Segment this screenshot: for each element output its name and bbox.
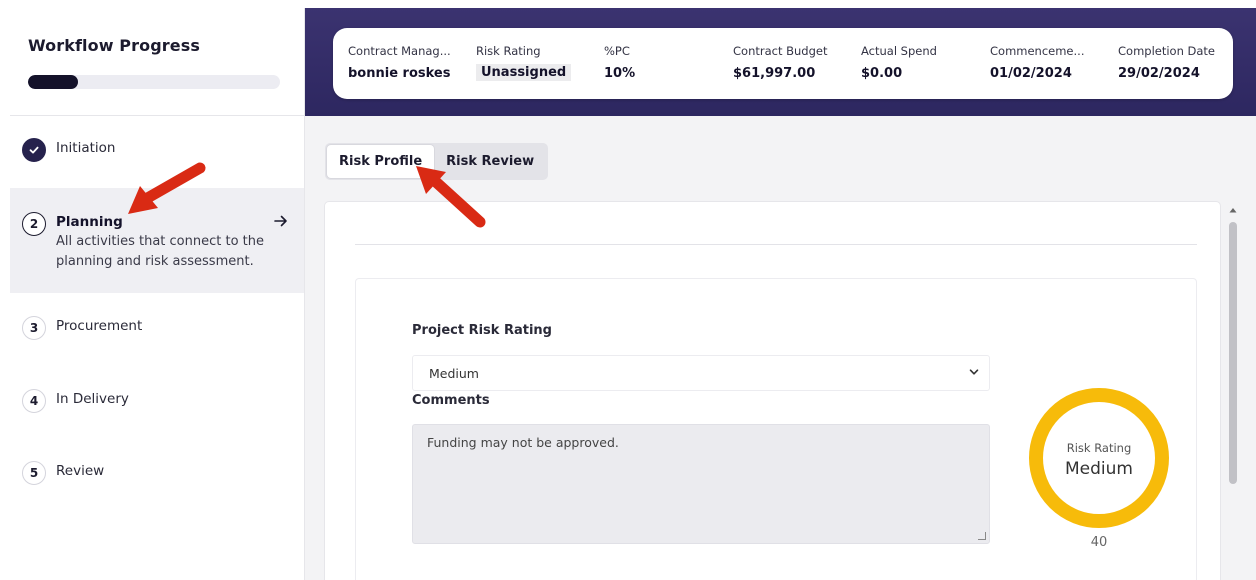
step-number: 3 [22, 316, 46, 340]
main-content: Risk Profile Risk Review Project Risk Ra… [305, 116, 1256, 580]
comments-text: Funding may not be approved. [427, 435, 619, 450]
arrow-right-icon [274, 212, 288, 231]
scrollbar-thumb[interactable] [1229, 222, 1237, 484]
risk-rating-label: Project Risk Rating [412, 323, 552, 338]
tab-risk-review[interactable]: Risk Review [434, 145, 546, 178]
workflow-progress-bar [28, 75, 280, 89]
gauge-value: Medium [1065, 459, 1133, 479]
field-value: $0.00 [861, 66, 903, 81]
gauge-ring [1029, 388, 1169, 528]
select-value: Medium [429, 365, 479, 381]
step-in-delivery[interactable]: 4 In Delivery [10, 366, 304, 439]
step-number: 5 [22, 461, 46, 485]
contract-summary-card: Contract Manag... bonnie roskes Risk Rat… [333, 28, 1233, 99]
field-label: Risk Rating [476, 44, 541, 58]
gauge-label: Risk Rating [1066, 441, 1132, 455]
risk-profile-panel: Project Risk Rating Medium Comments Fund… [325, 202, 1220, 580]
step-label: Planning [56, 214, 123, 230]
step-planning[interactable]: 2 Planning All activities that connect t… [10, 188, 304, 293]
step-description: All activities that connect to the plann… [56, 234, 264, 269]
field-label: Completion Date [1118, 44, 1216, 58]
field-label: Contract Budget [733, 44, 828, 58]
field-value: $61,997.00 [733, 66, 816, 81]
risk-rating-select[interactable]: Medium [412, 355, 990, 391]
field-label: %PC [604, 44, 630, 58]
field-label: Actual Spend [861, 44, 937, 58]
step-number: 4 [22, 389, 46, 413]
risk-form-card: Project Risk Rating Medium Comments Fund… [355, 278, 1197, 580]
field-label: Contract Manag... [348, 44, 451, 58]
actual-spend-field: Actual Spend $0.00 [861, 44, 937, 81]
risk-rating-field: Risk Rating Unassigned [476, 44, 572, 81]
percent-complete-field: %PC 10% [604, 44, 635, 81]
contract-manager-field: Contract Manag... bonnie roskes [348, 44, 451, 81]
workflow-title: Workflow Progress [28, 36, 200, 55]
step-review[interactable]: 5 Review [10, 439, 304, 512]
contract-budget-field: Contract Budget $61,997.00 [733, 44, 828, 81]
field-value: 10% [604, 66, 636, 81]
scrollbar[interactable] [1226, 206, 1240, 580]
field-value: bonnie roskes [348, 66, 451, 81]
risk-rating-gauge: Risk Rating Medium [1026, 385, 1172, 531]
workflow-header: Workflow Progress [10, 8, 304, 116]
step-procurement[interactable]: 3 Procurement [10, 293, 304, 366]
completion-date-field: Completion Date 29/02/2024 [1118, 44, 1215, 81]
step-label: Procurement [56, 318, 143, 334]
comments-textarea[interactable]: Funding may not be approved. [412, 424, 990, 544]
field-label: Commenceme... [990, 44, 1085, 58]
tab-bar: Risk Profile Risk Review [325, 143, 549, 180]
field-value: 01/02/2024 [990, 66, 1072, 81]
workflow-progress-fill [28, 75, 79, 89]
status-badge: Unassigned [476, 64, 572, 81]
tab-risk-profile[interactable]: Risk Profile [327, 145, 435, 178]
scroll-up-icon[interactable] [1229, 206, 1237, 216]
comments-label: Comments [412, 393, 490, 408]
checkmark-icon [22, 138, 46, 162]
field-value: 29/02/2024 [1118, 66, 1200, 81]
workflow-sidebar: Workflow Progress Initiation 2 Planning … [10, 8, 305, 580]
step-label: Review [56, 463, 105, 479]
step-number: 2 [22, 212, 46, 236]
chevron-down-icon [969, 367, 979, 380]
commencement-date-field: Commenceme... 01/02/2024 [990, 44, 1084, 81]
step-initiation[interactable]: Initiation [10, 116, 304, 188]
resize-grip-icon[interactable] [978, 532, 986, 540]
divider [355, 244, 1197, 245]
step-label: Initiation [56, 140, 116, 156]
step-label: In Delivery [56, 391, 129, 407]
gauge-score: 40 [1090, 535, 1108, 550]
